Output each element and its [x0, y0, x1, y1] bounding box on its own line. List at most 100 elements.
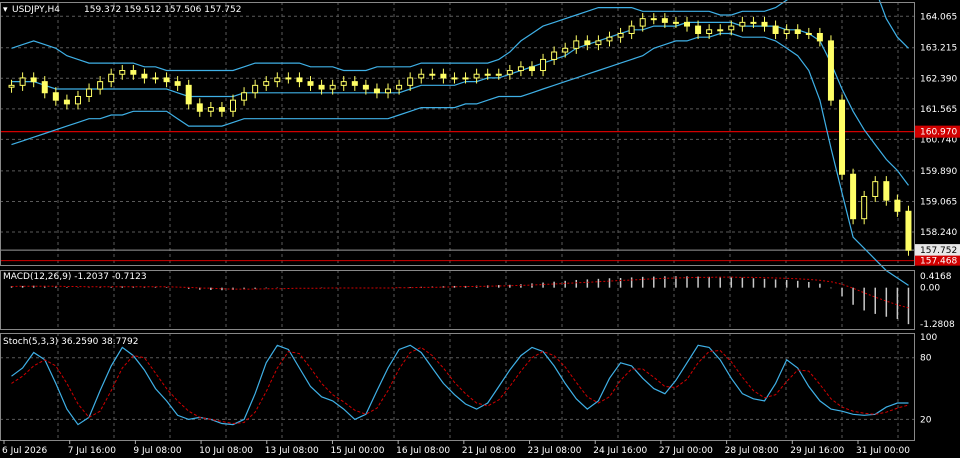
support-line-label: 160.970 — [920, 128, 957, 138]
candle-body — [872, 181, 879, 197]
candle-body — [473, 73, 480, 79]
candle-body — [684, 21, 690, 27]
candle-body — [86, 88, 93, 97]
candle-body — [761, 21, 768, 27]
candle-body — [418, 73, 425, 79]
candle-body — [373, 88, 380, 94]
price-tick-label: 163.215 — [920, 44, 957, 54]
time-tick-label: 15 Jul 00:00 — [330, 446, 384, 456]
candle-body — [606, 36, 613, 42]
stoch-label: Stoch(5,3,3) 36.2590 38.7792 — [3, 337, 138, 347]
time-tick-label: 23 Jul 08:00 — [528, 446, 582, 456]
ask-line-label: 157.468 — [920, 257, 957, 267]
candle-body — [108, 73, 115, 83]
time-tick-label: 13 Jul 08:00 — [265, 446, 319, 456]
macd-tick-label: 0.4168 — [920, 272, 952, 282]
symbol-label: USDJPY,H4 — [12, 5, 60, 15]
candle-body — [528, 66, 535, 72]
candle-body — [52, 92, 59, 101]
candle-body — [263, 81, 270, 86]
candle-body — [318, 84, 325, 90]
time-tick-label: 10 Jul 08:00 — [199, 446, 253, 456]
candle-body — [628, 25, 635, 34]
candle-body — [274, 77, 281, 83]
chart-window: 164.065 163.215 162.390 161.565 160.740 159.8… — [0, 0, 960, 458]
time-tick-label: 9 Jul 08:00 — [133, 446, 182, 456]
candle-body — [827, 40, 834, 101]
stoch-tick-label: 20 — [920, 415, 932, 425]
candle-body — [894, 199, 901, 212]
candle-body — [562, 47, 569, 53]
candle-body — [451, 77, 458, 80]
candle-body — [329, 84, 336, 90]
candle-body — [905, 210, 912, 251]
candle-body — [230, 99, 236, 112]
candle-body — [440, 73, 447, 79]
candle-body — [883, 181, 890, 201]
candle-body — [63, 99, 70, 105]
candle-body — [850, 173, 857, 220]
symbol-icon: ▾ — [3, 5, 8, 15]
candle-body — [695, 25, 702, 34]
time-tick-label: 29 Jul 16:00 — [790, 446, 844, 456]
candle-body — [241, 92, 248, 101]
candle-body — [495, 73, 502, 76]
candle-body — [661, 18, 668, 23]
candle-body — [805, 32, 812, 35]
candle-body — [462, 77, 469, 80]
candle-body — [285, 77, 292, 80]
candle-body — [517, 66, 524, 72]
candle-body — [185, 84, 192, 105]
candle-body — [141, 73, 148, 79]
candle-body — [152, 77, 159, 80]
candle-body — [540, 58, 547, 72]
macd-tick-label: 0.00 — [920, 284, 940, 294]
candle-body — [407, 77, 414, 86]
candle-body — [119, 70, 126, 75]
candle-body — [816, 32, 823, 42]
candle-body — [783, 29, 790, 34]
candle-body — [8, 84, 15, 88]
candle-body — [19, 77, 26, 86]
candle-body — [839, 99, 846, 175]
candle-body — [706, 29, 713, 34]
candle-body — [351, 81, 358, 86]
macd-label: MACD(12,26,9) -1.2037 -0.7123 — [3, 272, 147, 282]
time-tick-label: 16 Jul 08:00 — [396, 446, 450, 456]
candle-body — [551, 51, 558, 60]
candle-body — [429, 73, 436, 76]
candle-body — [750, 21, 757, 24]
price-tick-label: 162.390 — [920, 74, 957, 84]
time-tick-label: 31 Jul 00:00 — [856, 446, 910, 456]
candle-body — [573, 40, 580, 49]
candle-body — [97, 81, 104, 90]
candle-body — [484, 73, 491, 76]
candle-body — [739, 21, 746, 27]
candle-body — [174, 81, 181, 86]
candle-body — [163, 77, 170, 83]
chart-svg: 164.065163.215162.390161.565160.740159.8… — [0, 0, 960, 458]
candle-body — [30, 77, 37, 83]
price-tick-label: 159.890 — [920, 167, 957, 177]
stoch-tick-label: 100 — [920, 333, 937, 343]
price-tick-label: 164.065 — [920, 12, 957, 22]
candle-body — [196, 103, 203, 112]
time-tick-label: 24 Jul 16:00 — [593, 446, 647, 456]
candle-body — [296, 77, 303, 83]
candle-body — [218, 107, 225, 112]
candle-body — [861, 195, 868, 220]
candle-body — [41, 81, 48, 94]
candle-body — [307, 81, 314, 86]
candle-body — [385, 88, 392, 94]
time-tick-label: 21 Jul 08:00 — [462, 446, 516, 456]
time-tick-label: 7 Jul 16:00 — [68, 446, 117, 456]
candle-body — [207, 107, 214, 112]
candle-body — [717, 29, 724, 32]
candle-body — [506, 70, 513, 75]
candle-body — [794, 29, 801, 34]
candle-body — [772, 25, 779, 34]
price-tick-label: 161.565 — [920, 105, 957, 115]
candle-body — [639, 18, 646, 27]
candle-body — [728, 25, 735, 31]
candle-body — [74, 95, 81, 105]
